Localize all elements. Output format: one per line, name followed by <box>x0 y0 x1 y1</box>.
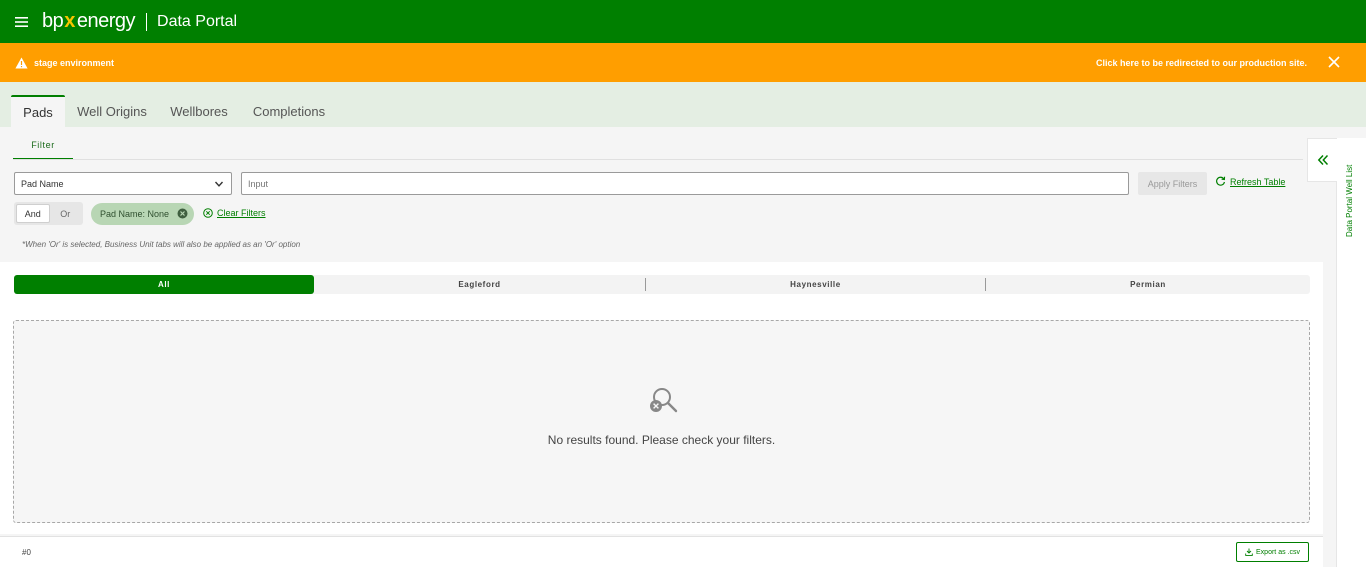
remove-filter-icon[interactable] <box>177 208 188 219</box>
active-filter-chip: Pad Name: None <box>91 203 194 225</box>
logo-bp: bp <box>42 10 64 32</box>
well-list-label-text: Data Portal Well List <box>1345 164 1354 237</box>
and-option[interactable]: And <box>16 204 50 223</box>
environment-banner: stage environment Click here to be redir… <box>0 43 1366 82</box>
empty-results-area: No results found. Please check your filt… <box>13 320 1310 523</box>
result-count: #0 <box>22 548 31 557</box>
tab-pads[interactable]: Pads <box>11 95 65 127</box>
chip-label: Pad Name: None <box>100 209 170 219</box>
bpx-energy-logo[interactable]: bp x energy <box>42 10 136 33</box>
well-list-drawer-label[interactable]: Data Portal Well List <box>1342 155 1358 245</box>
tab-well-origins[interactable]: Well Origins <box>71 95 153 127</box>
refresh-table-link[interactable]: Refresh Table <box>1215 176 1285 187</box>
clear-filters-label: Clear Filters <box>217 208 266 218</box>
subtab-divider <box>13 159 1303 160</box>
bu-tab-eagleford[interactable]: Eagleford <box>314 275 645 294</box>
search-no-results-icon <box>650 388 678 413</box>
header-divider <box>146 12 148 31</box>
or-option[interactable]: Or <box>50 204 82 223</box>
filter-field-select[interactable]: Pad Name <box>14 172 232 195</box>
refresh-icon <box>1216 176 1226 186</box>
or-filter-note: *When 'Or' is selected, Business Unit ta… <box>22 240 301 249</box>
export-csv-button[interactable]: Export as .csv <box>1236 542 1309 562</box>
no-results-message: No results found. Please check your filt… <box>547 433 776 447</box>
clear-filters-link[interactable]: Clear Filters <box>203 208 266 218</box>
filter-value-input[interactable] <box>241 172 1129 195</box>
bu-tab-haynesville[interactable]: Haynesville <box>646 275 985 294</box>
app-header: bp x energy Data Portal <box>0 0 1366 43</box>
chevron-down-icon <box>214 181 224 187</box>
download-icon <box>1245 548 1253 556</box>
clear-circle-icon <box>203 208 213 218</box>
warning-icon <box>14 56 28 70</box>
app-title: Data Portal <box>157 12 238 30</box>
tab-completions[interactable]: Completions <box>245 95 333 127</box>
business-unit-tabs: All Eagleford Haynesville Permian <box>14 275 1310 294</box>
main-tabs: Pads Well Origins Wellbores Completions <box>0 82 1366 127</box>
close-icon[interactable] <box>1327 55 1341 69</box>
production-redirect-link[interactable]: Click here to be redirected to our produ… <box>1096 58 1307 68</box>
apply-filters-button[interactable]: Apply Filters <box>1138 172 1207 195</box>
hamburger-menu-icon[interactable] <box>0 0 42 43</box>
bu-tab-permian[interactable]: Permian <box>986 275 1310 294</box>
subtab-filter[interactable]: Filter <box>13 131 73 159</box>
logo-x: x <box>64 10 75 32</box>
export-csv-label: Export as .csv <box>1256 548 1300 556</box>
tab-wellbores[interactable]: Wellbores <box>163 95 235 127</box>
refresh-table-label: Refresh Table <box>1230 176 1286 187</box>
results-footer: #0 <box>0 536 1323 567</box>
expand-drawer-button[interactable] <box>1307 138 1337 182</box>
logo-energy: energy <box>76 10 136 32</box>
bu-tab-all[interactable]: All <box>14 275 314 294</box>
double-chevron-left-icon <box>1317 154 1328 166</box>
filter-field-value: Pad Name <box>21 178 64 189</box>
and-or-toggle: And Or <box>14 202 83 225</box>
environment-label: stage environment <box>34 57 115 68</box>
